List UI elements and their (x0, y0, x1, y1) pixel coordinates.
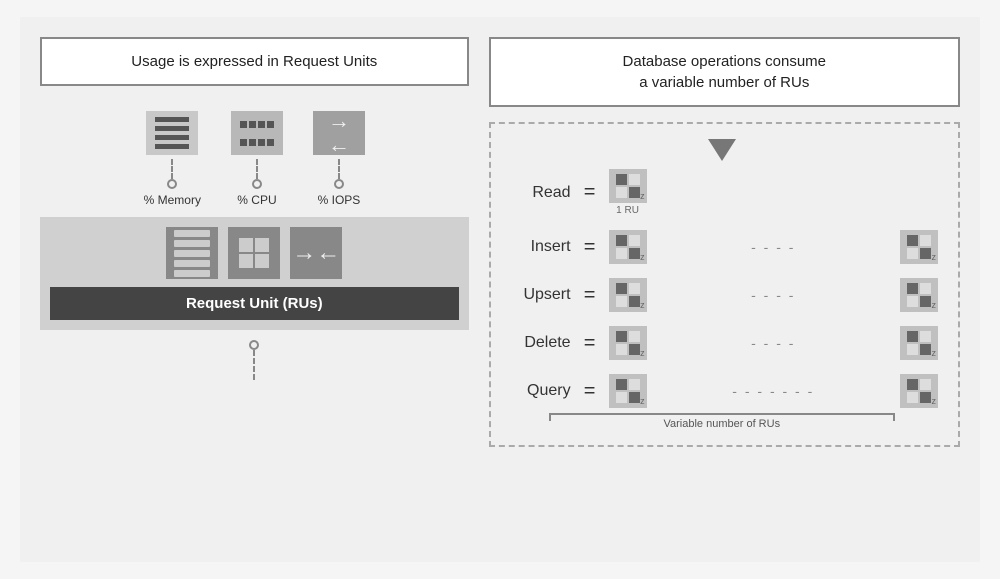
read-row: Read = z 1 RU (506, 169, 938, 216)
cpu-icon (231, 111, 283, 155)
ru-subscript: z (640, 191, 645, 201)
upsert-dashes: - - - - (657, 287, 890, 303)
delete-label-text: Delete (506, 334, 571, 352)
dashed-container: Read = z 1 RU (489, 122, 960, 447)
memory-label: % Memory (144, 193, 201, 207)
cpu-grid (240, 121, 274, 146)
down-triangle-icon (708, 139, 736, 161)
left-panel: Usage is expressed in Request Units (40, 37, 469, 542)
ru-subscript: z (932, 348, 937, 358)
ru-subscript: z (640, 300, 645, 310)
query-label-text: Query (506, 382, 571, 400)
db-grid (907, 283, 931, 307)
main-container: Usage is expressed in Request Units (20, 17, 980, 562)
ru-subscript: z (932, 252, 937, 262)
ru-subscript: z (640, 348, 645, 358)
db-grid (907, 379, 931, 403)
ru-subscript: z (640, 396, 645, 406)
iops-connector (334, 159, 344, 189)
dashed-line (256, 159, 258, 179)
down-arrow-container (506, 139, 938, 161)
memory-icon (146, 111, 198, 155)
circle-connector (334, 179, 344, 189)
left-title: Usage is expressed in Request Units (131, 53, 377, 70)
read-equals: = (581, 181, 599, 204)
one-ru-label: 1 RU (616, 205, 639, 216)
iops-icon: → ← (313, 111, 365, 155)
ru-outer-box: →← Request Unit (RUs) (40, 217, 469, 330)
ru-subscript: z (640, 252, 645, 262)
iops-arrows: → ← (328, 110, 350, 156)
read-label-text: Read (506, 184, 571, 202)
db-grid (616, 235, 640, 259)
db-grid (616, 174, 640, 198)
db-grid (616, 379, 640, 403)
db-grid (907, 235, 931, 259)
large-arrow-symbol: →← (292, 239, 340, 267)
bottom-connector (249, 340, 259, 380)
read-db-icon: z (609, 169, 647, 203)
bracket-line (549, 413, 895, 415)
ru-label: Request Unit (RUs) (186, 295, 323, 312)
insert-row: Insert = z - - - - z (506, 230, 938, 264)
upsert-row: Upsert = z - - - - z (506, 278, 938, 312)
query-dashes: - - - - - - - (657, 383, 890, 399)
insert-equals: = (581, 236, 599, 259)
quad-cells (239, 238, 269, 268)
left-title-box: Usage is expressed in Request Units (40, 37, 469, 86)
server-icon (166, 227, 218, 279)
right-title-box: Database operations consumea variable nu… (489, 37, 960, 107)
ru-icons-row: →← (50, 227, 459, 279)
quad-icon (228, 227, 280, 279)
db-grid (616, 331, 640, 355)
upsert-equals: = (581, 284, 599, 307)
right-panel: Database operations consumea variable nu… (489, 37, 960, 542)
circle-connector (167, 179, 177, 189)
memory-icon-group: % Memory (144, 111, 201, 207)
circle-connector (252, 179, 262, 189)
upsert-label-text: Upsert (506, 286, 571, 304)
query-db-icon-2: z (900, 374, 938, 408)
dashed-line (338, 159, 340, 179)
db-grid (907, 331, 931, 355)
iops-label: % IOPS (318, 193, 361, 207)
delete-dashes: - - - - (657, 335, 890, 351)
iops-icon-group: → ← % IOPS (313, 111, 365, 207)
cpu-connector (252, 159, 262, 189)
ru-subscript: z (932, 396, 937, 406)
memory-lines (155, 117, 189, 149)
memory-connector (167, 159, 177, 189)
delete-db-icon-2: z (900, 326, 938, 360)
arrow-icon: →← (290, 227, 342, 279)
delete-row: Delete = z - - - - z (506, 326, 938, 360)
upsert-db-icon-2: z (900, 278, 938, 312)
variable-label-container: Variable number of RUs (506, 413, 938, 430)
cpu-icon-group: % CPU (231, 111, 283, 207)
insert-db-icon-1: z (609, 230, 647, 264)
query-equals: = (581, 380, 599, 403)
bottom-dashed-line (253, 350, 255, 380)
insert-dashes: - - - - (657, 239, 890, 255)
query-db-icon-1: z (609, 374, 647, 408)
query-row: Query = z - - - - - - - z (506, 374, 938, 408)
insert-label-text: Insert (506, 238, 571, 256)
delete-equals: = (581, 332, 599, 355)
ru-subscript: z (932, 300, 937, 310)
variable-label: Variable number of RUs (664, 418, 781, 430)
db-grid (616, 283, 640, 307)
cpu-label: % CPU (237, 193, 276, 207)
right-title: Database operations consumea variable nu… (623, 53, 826, 91)
bottom-circle (249, 340, 259, 350)
ru-label-bar: Request Unit (RUs) (50, 287, 459, 320)
read-icon-group: z 1 RU (609, 169, 647, 216)
delete-db-icon-1: z (609, 326, 647, 360)
server-lines (174, 230, 210, 277)
dashed-line (171, 159, 173, 179)
insert-db-icon-2: z (900, 230, 938, 264)
upsert-db-icon-1: z (609, 278, 647, 312)
